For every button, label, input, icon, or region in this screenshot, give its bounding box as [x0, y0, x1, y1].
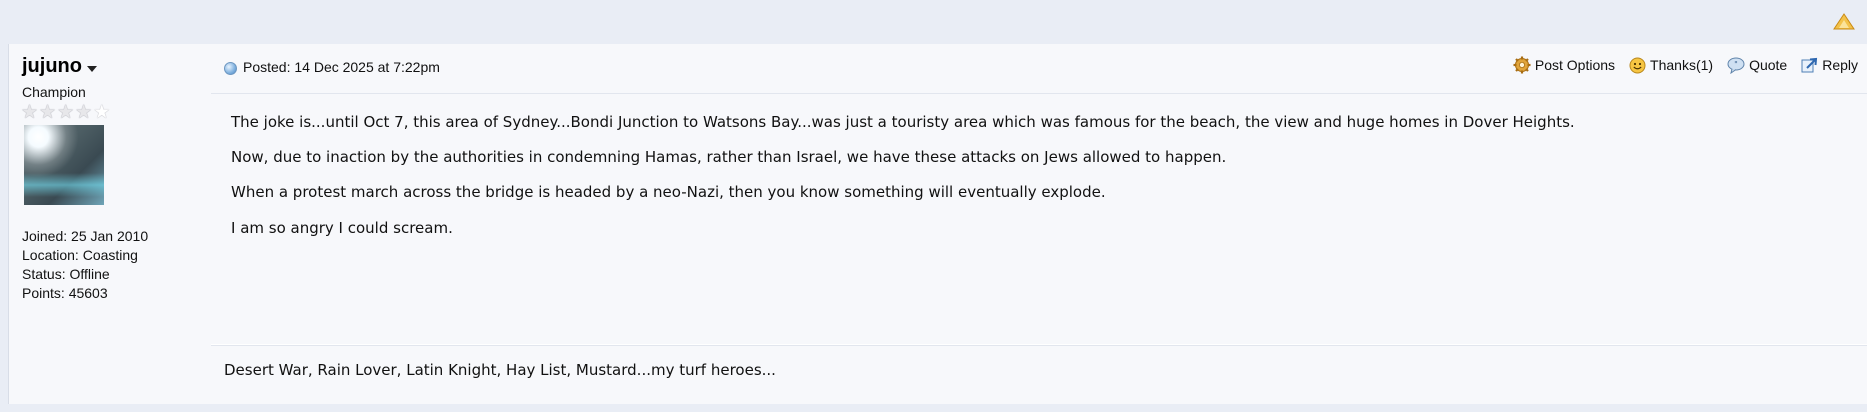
reply-arrow-icon	[1801, 57, 1818, 72]
post-paragraph: I am so angry I could scream.	[231, 219, 453, 237]
post-options-button[interactable]: Post Options	[1513, 56, 1615, 74]
post-options-label: Post Options	[1534, 57, 1616, 73]
post-signature: Desert War, Rain Lover, Latin Knight, Ha…	[211, 345, 1867, 405]
reply-button[interactable]: Reply	[1801, 57, 1858, 74]
chevron-down-icon[interactable]	[86, 66, 97, 72]
posted-date: Posted: 14 Dec 2025 at 7:22pm	[243, 59, 440, 75]
rank-stars: ★ ★ ★ ★ ★	[21, 103, 110, 122]
username[interactable]: jujuno	[22, 55, 82, 78]
svg-text:": "	[1734, 60, 1738, 69]
user-rank: Champion	[22, 84, 86, 100]
posted-info: Posted: 14 Dec 2025 at 7:22pm	[224, 59, 440, 75]
user-points: Points: 45603	[22, 285, 108, 301]
post-paragraph: Now, due to inaction by the authorities …	[231, 148, 1227, 166]
user-status: Status: Offline	[22, 266, 110, 282]
forum-post: jujuno Champion ★ ★ ★ ★ ★ Joined: 25 Jan…	[8, 44, 1867, 405]
post-dot-icon	[224, 61, 237, 75]
post-actions: Post Options Thanks(1) " Quote Reply	[1499, 56, 1858, 74]
thanks-label: Thanks(1)	[1650, 57, 1714, 73]
signature-text: Desert War, Rain Lover, Latin Knight, Ha…	[224, 361, 776, 379]
quote-button[interactable]: " Quote	[1727, 57, 1787, 74]
joined-date: Joined: 25 Jan 2010	[22, 228, 149, 244]
star-icon: ★	[21, 101, 39, 123]
user-panel: jujuno Champion ★ ★ ★ ★ ★ Joined: 25 Jan…	[9, 44, 211, 404]
user-info: Joined: 25 Jan 2010 Location: Coasting S…	[22, 227, 148, 303]
star-icon: ★	[75, 101, 93, 123]
post-paragraph: The joke is...until Oct 7, this area of …	[231, 113, 1575, 131]
bottom-bar	[0, 404, 1867, 412]
up-arrow-icon[interactable]	[1833, 13, 1855, 31]
star-icon: ★	[39, 101, 57, 123]
post-body: The joke is...until Oct 7, this area of …	[211, 94, 1867, 344]
user-location: Location: Coasting	[22, 247, 138, 263]
username-menu[interactable]: jujuno	[22, 55, 97, 78]
speech-bubble-icon: "	[1727, 57, 1745, 74]
avatar	[24, 125, 104, 205]
reply-label: Reply	[1822, 57, 1858, 73]
smiley-icon	[1629, 57, 1646, 73]
quote-label: Quote	[1749, 57, 1788, 73]
star-icon: ★	[57, 101, 75, 123]
star-icon: ★	[93, 101, 111, 123]
post-header: Posted: 14 Dec 2025 at 7:22pm Post Optio…	[211, 44, 1867, 94]
top-bar	[0, 0, 1867, 44]
thanks-button[interactable]: Thanks(1)	[1629, 57, 1713, 74]
post-paragraph: When a protest march across the bridge i…	[231, 183, 1106, 201]
gear-icon	[1513, 56, 1531, 74]
